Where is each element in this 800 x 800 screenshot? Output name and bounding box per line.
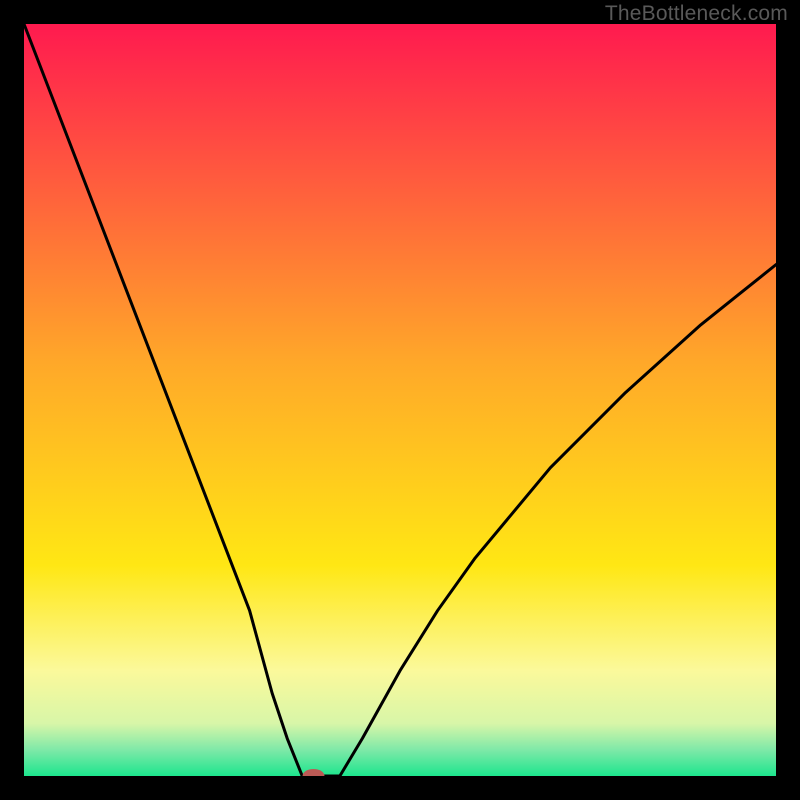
watermark-text: TheBottleneck.com	[605, 2, 788, 26]
gradient-background	[24, 24, 776, 776]
outer-frame: TheBottleneck.com	[0, 0, 800, 800]
plot-area	[24, 24, 776, 776]
chart-svg	[24, 24, 776, 776]
